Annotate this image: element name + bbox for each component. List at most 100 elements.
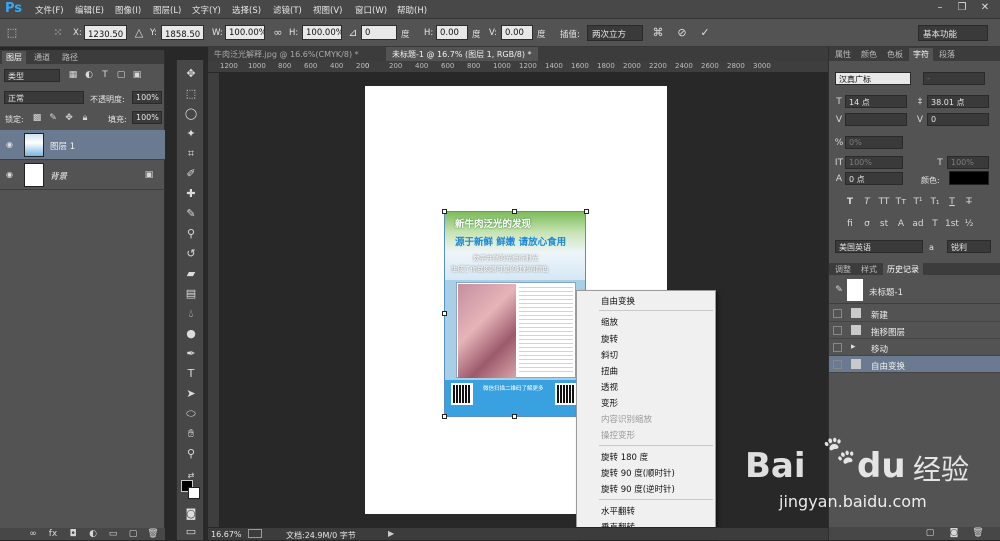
restore-icon[interactable]: ❐ [952,2,972,16]
tab-paragraph[interactable]: 段落 [935,48,959,61]
visibility-eye-icon[interactable]: ◉ [6,140,16,149]
history-item[interactable]: 新建 [829,305,1000,322]
font-style-select[interactable]: - [923,72,985,85]
hand-tool-icon[interactable]: ✋︎ [183,426,199,442]
tab-character[interactable]: 字符 [909,48,933,61]
zoom-tool-icon[interactable]: ⚲ [183,446,199,462]
menu-item-rotate-90-ccw[interactable]: 旋转 90 度(逆时针) [601,483,675,495]
transform-handle[interactable] [442,209,447,214]
cancel-transform-icon[interactable]: ⊘ [674,25,690,41]
gradient-tool-icon[interactable]: ▤ [183,286,199,302]
layer-row[interactable]: ◉ 图层 1 [0,130,165,160]
menu-item-warp[interactable]: 变形 [601,397,618,409]
history-item[interactable]: 拖移图层 [829,322,1000,339]
angle-field[interactable]: 0 [361,25,397,40]
menu-item-free-transform[interactable]: 自由变换 [601,295,635,307]
pen-tool-icon[interactable]: ✒ [183,346,199,362]
faux-italic-icon[interactable]: T [860,195,874,209]
add-mask-icon[interactable]: ◘ [66,527,80,541]
interp-select[interactable]: 两次立方 [587,25,643,41]
menu-help[interactable]: 帮助(H) [397,4,427,16]
filter-pixel-icon[interactable]: ▦ [66,68,80,82]
fill-field[interactable]: 100% [132,111,162,124]
strikethrough-icon[interactable]: T̶ [962,195,976,209]
status-menu-arrow-icon[interactable]: ▶ [388,529,394,538]
commit-transform-icon[interactable]: ✓ [697,25,713,41]
quick-select-tool-icon[interactable]: ✦ [183,126,199,142]
type-tool-icon[interactable]: T [183,366,199,382]
w-field[interactable]: 100.00% [225,25,265,40]
stamp-tool-icon[interactable]: ⚲ [183,226,199,242]
leading-field[interactable]: 38.01 点 [927,95,989,108]
link-layers-icon[interactable]: ∞ [26,527,40,541]
font-size-field[interactable]: 14 点 [845,95,907,108]
group-icon[interactable]: ▭ [106,527,120,541]
doc-tab-untitled[interactable]: 未标题-1 @ 16.7% (图层 1, RGB/8) * [386,47,538,61]
menu-file[interactable]: 文件(F) [35,4,64,16]
ligature-icon[interactable]: fi [843,217,857,231]
menu-edit[interactable]: 编辑(E) [75,4,104,16]
transform-handle[interactable] [584,209,589,214]
superscript-icon[interactable]: T¹ [911,195,925,209]
menu-image[interactable]: 图像(I) [115,4,141,16]
dodge-tool-icon[interactable]: ● [183,326,199,342]
tab-history[interactable]: 历史记录 [883,263,923,276]
vskew-field[interactable]: 0.00 [501,25,533,40]
marquee-tool-icon[interactable]: ⬚ [183,86,199,102]
underline-icon[interactable]: T [945,195,959,209]
filter-adjust-icon[interactable]: ◐ [82,68,96,82]
eyedropper-tool-icon[interactable]: ✐ [183,166,199,182]
baseline-shift-field[interactable]: 0 点 [845,172,903,185]
old-style-icon[interactable]: σ [860,217,874,231]
history-checkbox[interactable] [833,326,842,335]
history-brush-source-icon[interactable]: ✎ [832,283,846,297]
text-color-swatch[interactable] [949,171,989,185]
menu-item-rotate-180[interactable]: 旋转 180 度 [601,451,648,463]
new-document-from-state-icon[interactable]: ▢ [923,526,937,540]
reference-point-icon[interactable]: ⁙ [50,25,66,41]
ellipse-tool-icon[interactable]: ⬭ [183,406,199,422]
transform-handle[interactable] [512,414,517,419]
h-field[interactable]: 100.00% [302,25,342,40]
language-select[interactable]: 美国英语 [835,240,923,253]
tab-properties[interactable]: 属性 [831,48,855,61]
kerning-field[interactable] [845,113,907,126]
workspace-select[interactable]: 基本功能 [918,25,988,41]
faux-bold-icon[interactable]: T [843,195,857,209]
move-tool-icon[interactable]: ✥ [183,66,199,82]
crop-tool-icon[interactable]: ⌗ [183,146,199,162]
menu-item-perspective[interactable]: 透视 [601,381,618,393]
menu-item-flip-horizontal[interactable]: 水平翻转 [601,505,635,517]
history-item[interactable]: 自由变换 [829,356,1000,373]
quick-mask-icon[interactable]: ◙ [183,506,199,522]
history-checkbox[interactable] [833,360,842,369]
ordinals-icon[interactable]: 1st [945,217,959,231]
doc-tab-beef[interactable]: 牛肉泛光解释.jpg @ 16.6%(CMYK/8) * [208,47,365,61]
warp-mode-icon[interactable]: ⌘ [650,25,666,41]
vertical-scale-field[interactable]: 100% [845,156,903,169]
eraser-tool-icon[interactable]: ▰ [183,266,199,282]
adjustment-layer-icon[interactable]: ◐ [86,527,100,541]
history-checkbox[interactable] [833,343,842,352]
tracking-field[interactable]: 0 [927,113,989,126]
transform-handle[interactable] [512,209,517,214]
menu-item-rotate[interactable]: 旋转 [601,333,618,345]
layer-filter-select[interactable]: 类型 [4,69,60,82]
path-select-tool-icon[interactable]: ➤ [183,386,199,402]
hskew-field[interactable]: 0.00 [436,25,468,40]
filter-type-icon[interactable]: T [98,68,112,82]
blur-tool-icon[interactable]: 💧︎ [183,306,199,322]
trash-icon[interactable]: 🗑︎ [146,527,160,541]
horizontal-scale-field[interactable]: 100% [947,156,989,169]
y-field[interactable]: 1858.50 像 [161,25,204,40]
close-icon[interactable]: ✕ [975,2,995,16]
history-item[interactable]: ▸ 移动 [829,339,1000,356]
layer-name[interactable]: 图层 1 [50,140,75,152]
transform-handle[interactable] [442,414,447,419]
small-caps-icon[interactable]: Tт [894,195,908,209]
opacity-field[interactable]: 100% [132,91,162,104]
transform-handle[interactable] [442,311,447,316]
history-checkbox[interactable] [833,309,842,318]
font-family-select[interactable]: 汉真广标 [835,72,911,85]
fractions-icon[interactable]: ½ [962,217,976,231]
